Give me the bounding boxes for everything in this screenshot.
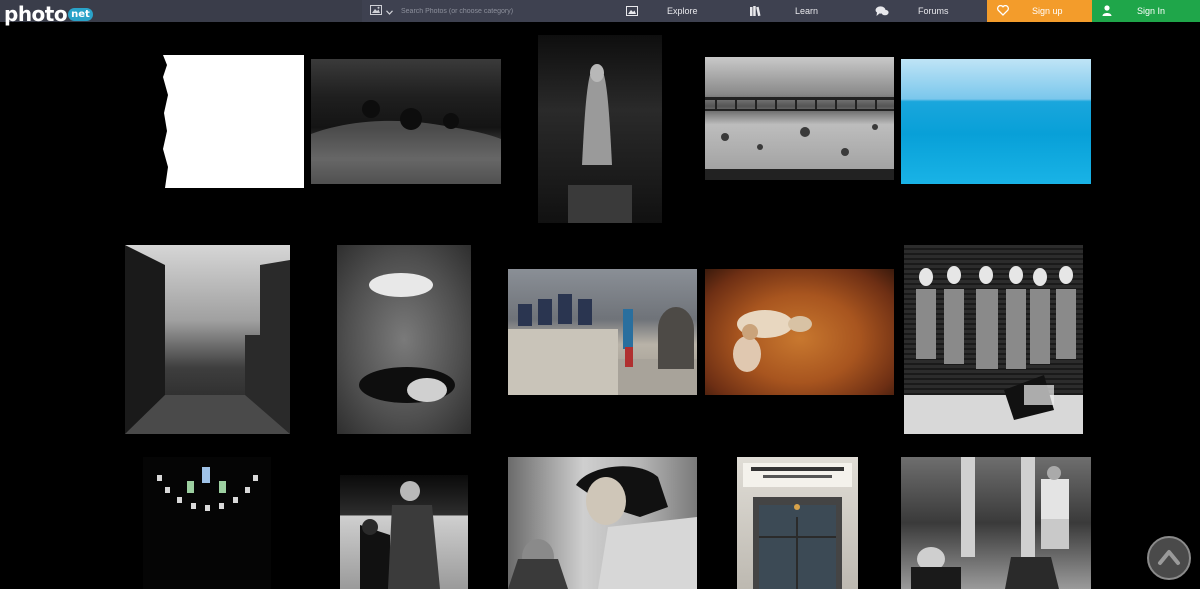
scroll-to-top-button[interactable] xyxy=(1147,536,1191,580)
search-bar[interactable] xyxy=(362,0,614,22)
image-category-icon[interactable] xyxy=(370,2,382,20)
image-icon xyxy=(626,6,638,18)
photo-thumbnail[interactable] xyxy=(508,457,697,589)
photo-thumbnail[interactable] xyxy=(143,457,271,589)
sign-in-label: Sign In xyxy=(1137,6,1166,16)
photo-thumbnail[interactable] xyxy=(311,59,501,184)
chat-bubbles-icon xyxy=(875,6,889,19)
sign-up-button[interactable]: Sign up xyxy=(987,0,1092,22)
photo-thumbnail[interactable] xyxy=(705,57,894,180)
nav-explore[interactable]: Explore xyxy=(614,0,740,22)
nav-learn[interactable]: Learn xyxy=(740,0,866,22)
nav-learn-label: Learn xyxy=(795,6,819,16)
photo-thumbnail[interactable] xyxy=(125,245,290,434)
nav-forums-label: Forums xyxy=(918,6,949,16)
photo-thumbnail[interactable] xyxy=(705,269,894,395)
photo-thumbnail[interactable] xyxy=(901,59,1091,184)
photo-thumbnail[interactable] xyxy=(904,245,1083,434)
photo-thumbnail[interactable] xyxy=(901,457,1091,589)
chevron-down-icon[interactable] xyxy=(386,2,393,20)
logo-wordmark: photo xyxy=(4,2,68,26)
photo-thumbnail[interactable] xyxy=(340,475,468,589)
photo-thumbnail[interactable] xyxy=(163,55,304,188)
books-icon xyxy=(750,6,762,18)
photo-thumbnail[interactable] xyxy=(538,35,662,223)
site-logo[interactable]: photo net xyxy=(4,1,93,27)
photo-thumbnail[interactable] xyxy=(337,245,471,434)
sign-up-label: Sign up xyxy=(1032,6,1063,16)
chevron-up-icon xyxy=(1157,546,1181,575)
heart-icon xyxy=(997,4,1009,18)
nav-explore-label: Explore xyxy=(667,6,698,16)
photo-thumbnail[interactable] xyxy=(737,457,858,589)
sign-in-button[interactable]: Sign In xyxy=(1092,0,1200,22)
photo-thumbnail[interactable] xyxy=(508,269,697,395)
logo-badge: net xyxy=(68,8,93,21)
user-icon xyxy=(1102,5,1112,18)
search-input[interactable] xyxy=(399,1,614,21)
nav-forums[interactable]: Forums xyxy=(866,0,987,22)
